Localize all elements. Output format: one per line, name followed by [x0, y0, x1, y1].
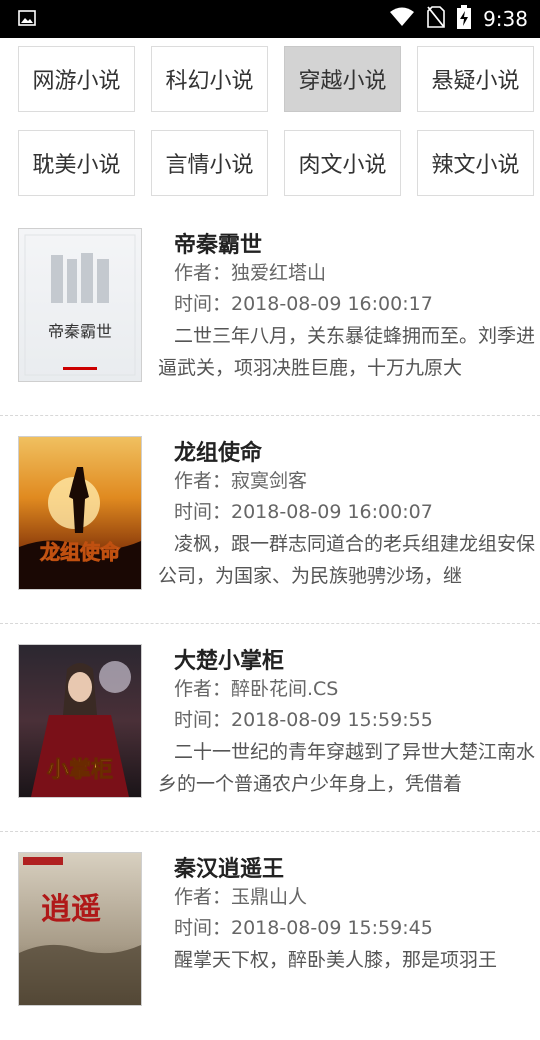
book-cover: 小掌柜: [18, 644, 142, 798]
cover-title: 龙组使命: [40, 540, 121, 564]
category-button[interactable]: 言情小说: [151, 130, 268, 196]
cover-title: 帝秦霸世: [48, 322, 112, 341]
cover-title: 小掌柜: [47, 757, 113, 783]
category-button[interactable]: 肉文小说: [284, 130, 401, 196]
book-cover: 帝秦霸世: [18, 228, 142, 382]
book-list-item[interactable]: 逍遥 秦汉逍遥王 作者：玉鼎山人 时间：2018-08-09 15:59:45 …: [0, 832, 540, 1040]
category-button[interactable]: 悬疑小说: [417, 46, 534, 112]
book-cover: 龙组使命: [18, 436, 142, 590]
book-title: 秦汉逍遥王: [174, 857, 285, 882]
wifi-icon: [389, 6, 415, 32]
book-list-item[interactable]: 龙组使命 龙组使命 作者：寂寞剑客 时间：2018-08-09 16:00:07…: [0, 416, 540, 624]
battery-charging-icon: [457, 5, 472, 33]
book-author: 作者：玉鼎山人: [174, 886, 308, 908]
book-description: 醒掌天下权，醉卧美人膝，那是项羽王: [174, 949, 498, 971]
status-bar: 9:38: [0, 0, 540, 38]
book-description: 二十一世纪的青年穿越到了异世大楚江南水乡的一个普通农户少年身上，凭借着: [158, 741, 536, 795]
book-description: 凌枫，跟一群志同道合的老兵组建龙组安保公司，为国家、为民族驰骋沙场，继: [158, 533, 536, 587]
book-time: 时间：2018-08-09 16:00:17: [174, 293, 433, 315]
book-author: 作者：醉卧花间.CS: [174, 678, 339, 700]
book-title: 大楚小掌柜: [174, 649, 285, 674]
book-title: 帝秦霸世: [174, 233, 263, 258]
book-time: 时间：2018-08-09 15:59:45: [174, 917, 433, 939]
category-button[interactable]: 耽美小说: [18, 130, 135, 196]
category-button[interactable]: 科幻小说: [151, 46, 268, 112]
cover-title: 逍遥: [41, 892, 101, 927]
book-title: 龙组使命: [174, 441, 263, 466]
book-time: 时间：2018-08-09 16:00:07: [174, 501, 433, 523]
book-list-item[interactable]: 小掌柜 大楚小掌柜 作者：醉卧花间.CS 时间：2018-08-09 15:59…: [0, 624, 540, 832]
category-button[interactable]: 辣文小说: [417, 130, 534, 196]
book-description: 二世三年八月，关东暴徒蜂拥而至。刘季进逼武关，项羽决胜巨鹿，十万九原大: [158, 325, 536, 379]
book-author: 作者：独爱红塔山: [174, 262, 327, 284]
image-icon: [18, 10, 36, 26]
category-button-active[interactable]: 穿越小说: [284, 46, 401, 112]
book-cover: 逍遥: [18, 852, 142, 1006]
category-grid: 网游小说 科幻小说 穿越小说 悬疑小说 耽美小说 言情小说 肉文小说 辣文小说: [0, 38, 540, 208]
book-list-item[interactable]: 帝秦霸世 帝秦霸世 作者：独爱红塔山 时间：2018-08-09 16:00:1…: [0, 208, 540, 416]
status-time: 9:38: [483, 7, 528, 31]
book-author: 作者：寂寞剑客: [174, 470, 308, 492]
book-time: 时间：2018-08-09 15:59:55: [174, 709, 433, 731]
category-button[interactable]: 网游小说: [18, 46, 135, 112]
no-sim-icon: [427, 6, 445, 32]
